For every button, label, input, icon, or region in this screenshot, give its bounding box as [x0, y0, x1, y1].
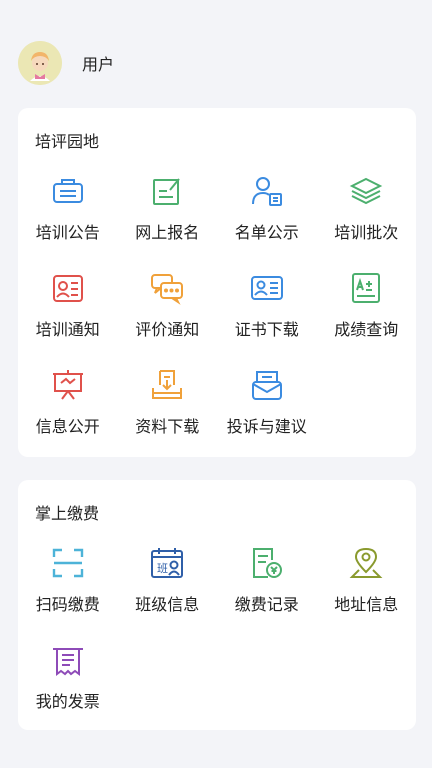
menu-item-label: 评价通知	[135, 320, 200, 339]
class-calendar-icon: 班	[151, 548, 184, 578]
menu-item-label: 班级信息	[135, 595, 200, 614]
menu-item-list-publicity[interactable]: 名单公示	[217, 174, 317, 271]
menu-item-label: 投诉与建议	[226, 417, 307, 436]
score-icon	[352, 273, 381, 303]
download-icon	[152, 370, 183, 399]
menu-item-class-info[interactable]: 班 班级信息	[118, 546, 218, 643]
menu-item-label: 缴费记录	[234, 595, 299, 614]
menu-item-my-invoice[interactable]: 我的发票	[18, 643, 118, 740]
menu-item-label: 信息公开	[35, 417, 100, 436]
menu-item-training-notice[interactable]: 培训通知	[18, 271, 118, 368]
user-header[interactable]: 用户	[18, 41, 115, 85]
section-title: 掌上缴费	[35, 504, 100, 523]
menu-item-label: 培训批次	[334, 223, 399, 242]
menu-item-score-query[interactable]: 成绩查询	[317, 271, 417, 368]
username: 用户	[82, 55, 115, 74]
menu-item-training-batch[interactable]: 培训批次	[317, 174, 417, 271]
menu-item-label: 资料下载	[135, 417, 200, 436]
menu-item-label: 培训通知	[35, 320, 100, 339]
menu-item-address-info[interactable]: 地址信息	[317, 546, 417, 643]
menu-item-online-registration[interactable]: 网上报名	[118, 174, 218, 271]
menu-item-label: 扫码缴费	[35, 595, 100, 614]
announcement-icon	[52, 179, 83, 203]
section-title: 培评园地	[35, 132, 100, 151]
avatar-icon	[18, 41, 62, 85]
scan-icon	[52, 548, 83, 578]
menu-item-certificate-download[interactable]: 证书下载	[217, 271, 317, 368]
avatar[interactable]	[18, 41, 62, 85]
mail-icon	[251, 371, 282, 400]
section-training: 培评园地 培训公告 网上报名 名单公示 培训批次 培训通知 评价通知 证书下载 …	[18, 108, 416, 457]
menu-item-label: 培训公告	[35, 223, 100, 242]
layers-icon	[350, 177, 383, 205]
menu-item-label: 证书下载	[234, 320, 299, 339]
chat-icon	[151, 274, 184, 305]
menu-item-label: 名单公示	[234, 223, 299, 242]
menu-item-training-announcement[interactable]: 培训公告	[18, 174, 118, 271]
class-glyph: 班	[157, 562, 168, 575]
section-payment: 掌上缴费 扫码缴费 班 班级信息 缴费记录 地址信息 我的发票	[18, 480, 416, 730]
menu-item-payment-record[interactable]: 缴费记录	[217, 546, 317, 643]
edit-form-icon	[153, 178, 181, 205]
menu-item-material-download[interactable]: 资料下载	[118, 368, 218, 465]
menu-item-label: 网上报名	[135, 223, 200, 242]
location-icon	[349, 547, 383, 578]
menu-item-label: 成绩查询	[334, 320, 399, 339]
id-card-icon	[250, 276, 283, 300]
menu-item-label: 我的发票	[35, 692, 100, 711]
menu-item-info-disclosure[interactable]: 信息公开	[18, 368, 118, 465]
menu-item-scan-payment[interactable]: 扫码缴费	[18, 546, 118, 643]
notice-icon	[52, 275, 83, 302]
menu-item-complaints-suggestions[interactable]: 投诉与建议	[217, 368, 317, 465]
payment-record-icon	[252, 548, 282, 578]
user-list-icon	[251, 177, 282, 206]
menu-item-label: 地址信息	[334, 595, 399, 614]
board-icon	[52, 370, 83, 400]
menu-item-evaluation-notice[interactable]: 评价通知	[118, 271, 218, 368]
invoice-icon	[52, 648, 83, 676]
